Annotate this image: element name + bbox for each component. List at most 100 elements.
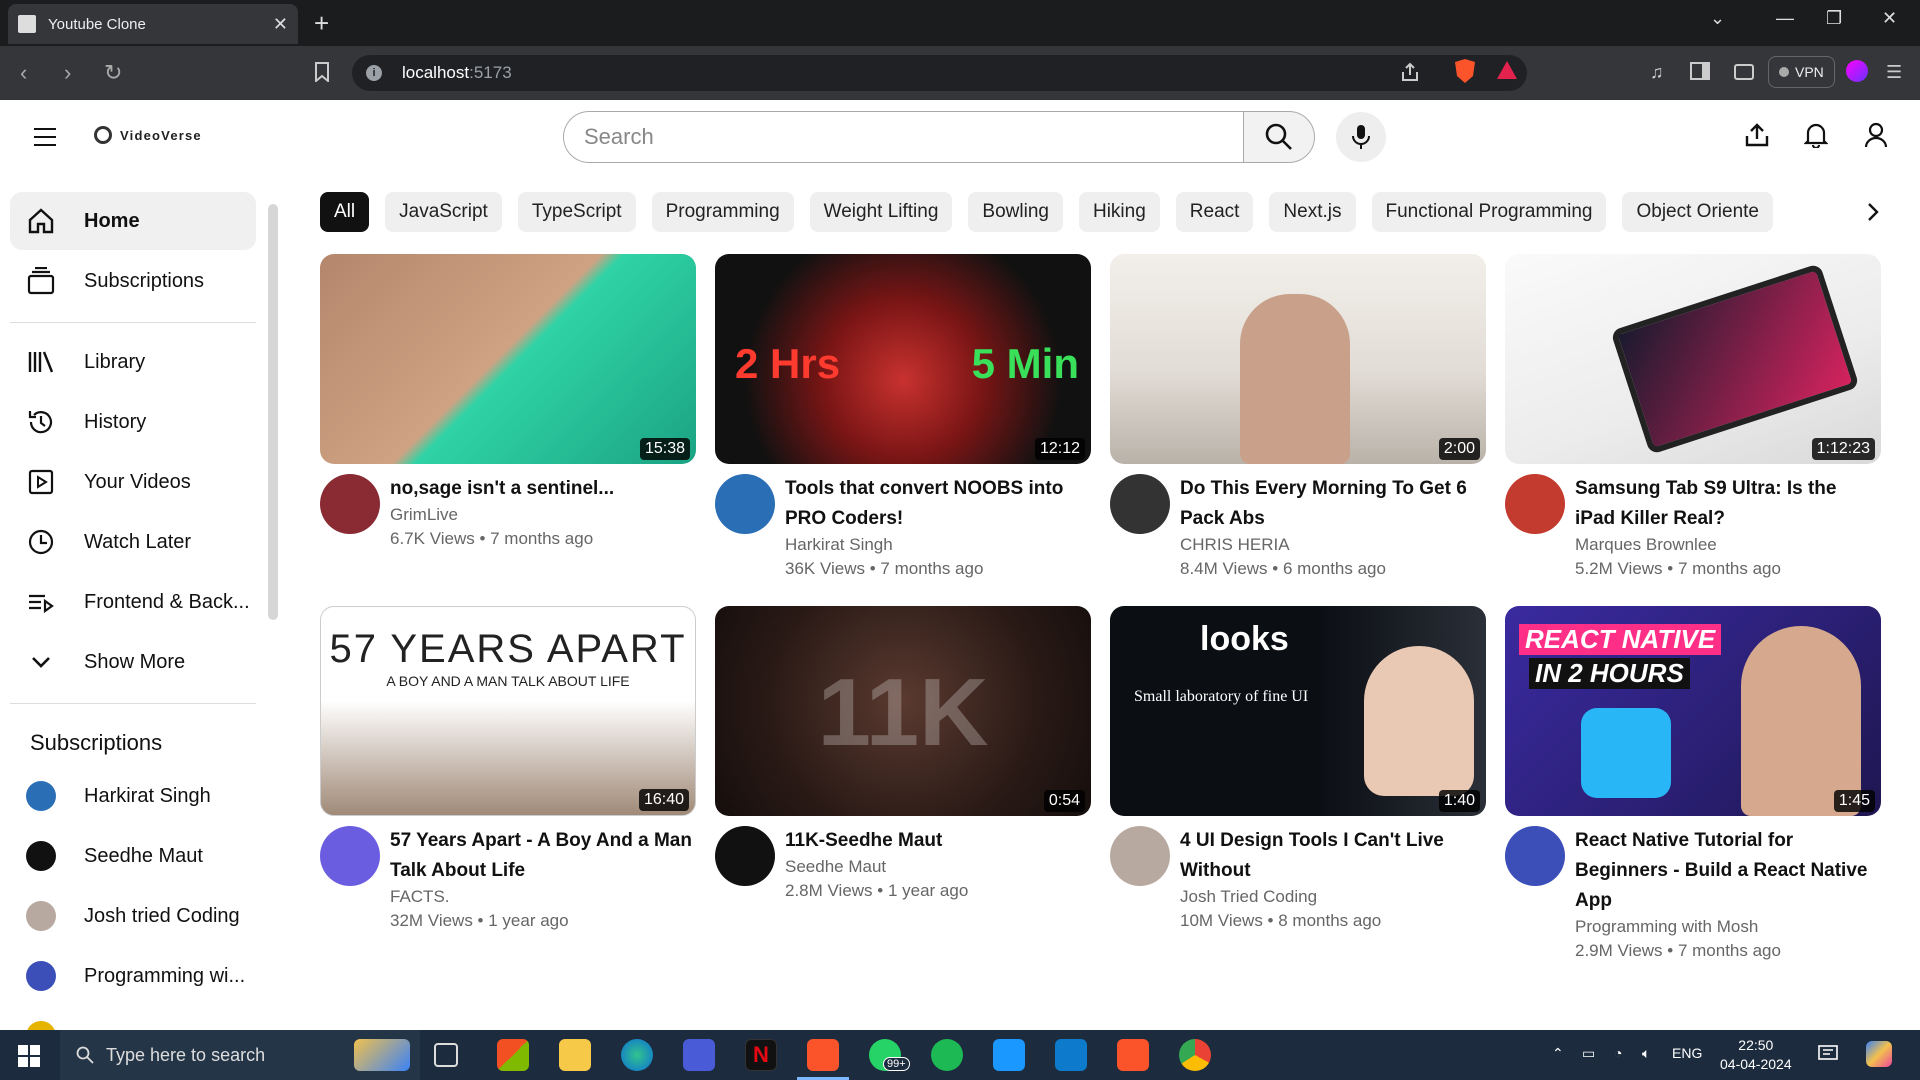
spotify-icon[interactable] [931, 1039, 963, 1071]
sidebar-subscription-item[interactable]: Josh tried Coding [10, 887, 256, 945]
chip-functional-programming[interactable]: Functional Programming [1371, 192, 1607, 232]
video-thumbnail[interactable]: 1:12:23 [1505, 254, 1881, 464]
hamburger-menu-icon[interactable] [34, 128, 56, 152]
taskbar-clock[interactable]: 22:50 04-04-2024 [1720, 1036, 1792, 1074]
channel-avatar[interactable] [715, 474, 775, 534]
channel-avatar[interactable] [320, 474, 380, 534]
wifi-icon[interactable]: ◔ [1614, 1045, 1622, 1061]
chips-scroll-right-button[interactable] [1780, 192, 1900, 232]
upload-icon[interactable] [1744, 122, 1770, 148]
user-account-icon[interactable] [1864, 122, 1888, 148]
video-thumbnail[interactable]: looks Small laboratory of fine UI 1:40 [1110, 606, 1486, 816]
battery-icon[interactable]: ▭ [1582, 1045, 1595, 1062]
tray-chevron-icon[interactable]: ⌃ [1552, 1045, 1564, 1062]
share-icon[interactable] [1400, 62, 1420, 82]
chip-hiking[interactable]: Hiking [1078, 192, 1160, 232]
edge-browser-icon[interactable] [621, 1039, 653, 1071]
brave-shield-icon[interactable] [1454, 58, 1476, 84]
channel-avatar[interactable] [1505, 826, 1565, 886]
video-thumbnail[interactable]: 57 YEARS APART A BOY AND A MAN TALK ABOU… [320, 606, 696, 816]
minimize-button[interactable]: — [1776, 8, 1794, 29]
channel-avatar[interactable] [320, 826, 380, 886]
video-title[interactable]: Tools that convert NOOBS into PRO Coders… [785, 474, 1091, 534]
chip-object-oriented[interactable]: Object Oriente [1622, 192, 1773, 232]
task-view-icon[interactable] [434, 1043, 458, 1067]
brave-rewards-icon[interactable] [1496, 60, 1518, 80]
video-channel[interactable]: Seedhe Maut [785, 856, 968, 878]
sidebar-subscription-item[interactable]: Seedhe Maut [10, 827, 256, 885]
sidebar-item-playlist[interactable]: Frontend & Back... [10, 573, 256, 631]
video-card[interactable]: 15:38 no,sage isn't a sentinel... GrimLi… [320, 254, 696, 552]
video-title[interactable]: React Native Tutorial for Beginners - Bu… [1575, 826, 1881, 916]
video-title[interactable]: 11K-Seedhe Maut [785, 826, 968, 856]
channel-avatar[interactable] [1110, 826, 1170, 886]
close-window-button[interactable]: ✕ [1882, 8, 1897, 29]
video-channel[interactable]: GrimLive [390, 504, 614, 526]
video-channel[interactable]: Harkirat Singh [785, 534, 1091, 556]
sidebar-item-subscriptions[interactable]: Subscriptions [10, 252, 256, 310]
forward-icon[interactable]: › [64, 60, 71, 86]
channel-avatar[interactable] [1110, 474, 1170, 534]
logo[interactable]: VideoVerse [94, 126, 202, 144]
sidebar-subscription-item[interactable]: Harkirat Singh [10, 767, 256, 825]
video-title[interactable]: 4 UI Design Tools I Can't Live Without [1180, 826, 1486, 886]
video-card[interactable]: looks Small laboratory of fine UI 1:40 4… [1110, 606, 1486, 934]
menu-icon[interactable]: ☰ [1886, 62, 1902, 83]
chip-programming[interactable]: Programming [651, 192, 794, 232]
back-icon[interactable]: ‹ [20, 60, 27, 86]
brave-browser-icon[interactable] [1117, 1039, 1149, 1071]
video-channel[interactable]: Josh Tried Coding [1180, 886, 1486, 908]
video-card[interactable]: 2:00 Do This Every Morning To Get 6 Pack… [1110, 254, 1486, 582]
sidebar-subscription-item[interactable] [10, 1007, 256, 1030]
netflix-icon[interactable]: N [745, 1039, 777, 1071]
video-thumbnail[interactable]: 15:38 [320, 254, 696, 464]
voice-search-button[interactable] [1336, 112, 1386, 162]
language-indicator[interactable]: ENG [1672, 1045, 1702, 1061]
video-card[interactable]: REACT NATIVE IN 2 HOURS 1:45 React Nativ… [1505, 606, 1881, 964]
video-channel[interactable]: Programming with Mosh [1575, 916, 1881, 938]
chip-react[interactable]: React [1175, 192, 1254, 232]
channel-avatar[interactable] [1505, 474, 1565, 534]
prime-video-icon[interactable] [993, 1039, 1025, 1071]
profile-icon[interactable] [1846, 60, 1868, 82]
chip-weight-lifting[interactable]: Weight Lifting [809, 192, 953, 232]
video-card[interactable]: 11K 0:54 11K-Seedhe Maut Seedhe Maut 2.8… [715, 606, 1091, 904]
notifications-icon[interactable] [1818, 1045, 1838, 1063]
microsoft-store-icon[interactable] [497, 1039, 529, 1071]
brave-browser-icon[interactable] [797, 1039, 849, 1080]
sidebar-item-home[interactable]: Home [10, 192, 256, 250]
chip-bowling[interactable]: Bowling [968, 192, 1063, 232]
video-channel[interactable]: FACTS. [390, 886, 696, 908]
chip-nextjs[interactable]: Next.js [1269, 192, 1356, 232]
sidebar-item-watch-later[interactable]: Watch Later [10, 513, 256, 571]
tab-search-icon[interactable]: ⌄ [1710, 8, 1725, 29]
video-thumbnail[interactable]: 2 Hrs 5 Min 12:12 [715, 254, 1091, 464]
vpn-button[interactable]: VPN [1768, 56, 1835, 88]
video-card[interactable]: 2 Hrs 5 Min 12:12 Tools that convert NOO… [715, 254, 1091, 582]
chip-typescript[interactable]: TypeScript [517, 192, 636, 232]
sidebar-subscription-item[interactable]: Programming wi... [10, 947, 256, 1005]
search-button[interactable] [1243, 111, 1315, 163]
site-info-icon[interactable]: i [366, 65, 382, 81]
volume-icon[interactable]: 🔈︎ [1642, 1045, 1650, 1062]
video-channel[interactable]: CHRIS HERIA [1180, 534, 1486, 556]
channel-avatar[interactable] [715, 826, 775, 886]
sidebar-item-show-more[interactable]: Show More [10, 633, 256, 691]
vscode-icon[interactable] [1055, 1039, 1087, 1071]
video-title[interactable]: Samsung Tab S9 Ultra: Is the iPad Killer… [1575, 474, 1881, 534]
video-title[interactable]: 57 Years Apart - A Boy And a Man Talk Ab… [390, 826, 696, 886]
video-card[interactable]: 57 YEARS APART A BOY AND A MAN TALK ABOU… [320, 606, 696, 934]
sidebar-scrollbar[interactable] [268, 204, 278, 620]
taskbar-search-box[interactable]: Type here to search [60, 1030, 420, 1080]
copilot-icon[interactable] [1866, 1041, 1892, 1067]
app-icon[interactable] [683, 1039, 715, 1071]
video-channel[interactable]: Marques Brownlee [1575, 534, 1881, 556]
media-icon[interactable]: ♫ [1650, 62, 1664, 83]
browser-tab[interactable]: Youtube Clone ✕ [8, 4, 298, 44]
chrome-icon[interactable] [1179, 1039, 1211, 1071]
wallet-icon[interactable] [1734, 62, 1754, 80]
search-input[interactable]: Search [563, 111, 1243, 163]
video-title[interactable]: no,sage isn't a sentinel... [390, 474, 614, 504]
sidebar-item-your-videos[interactable]: Your Videos [10, 453, 256, 511]
notifications-bell-icon[interactable] [1804, 122, 1828, 148]
